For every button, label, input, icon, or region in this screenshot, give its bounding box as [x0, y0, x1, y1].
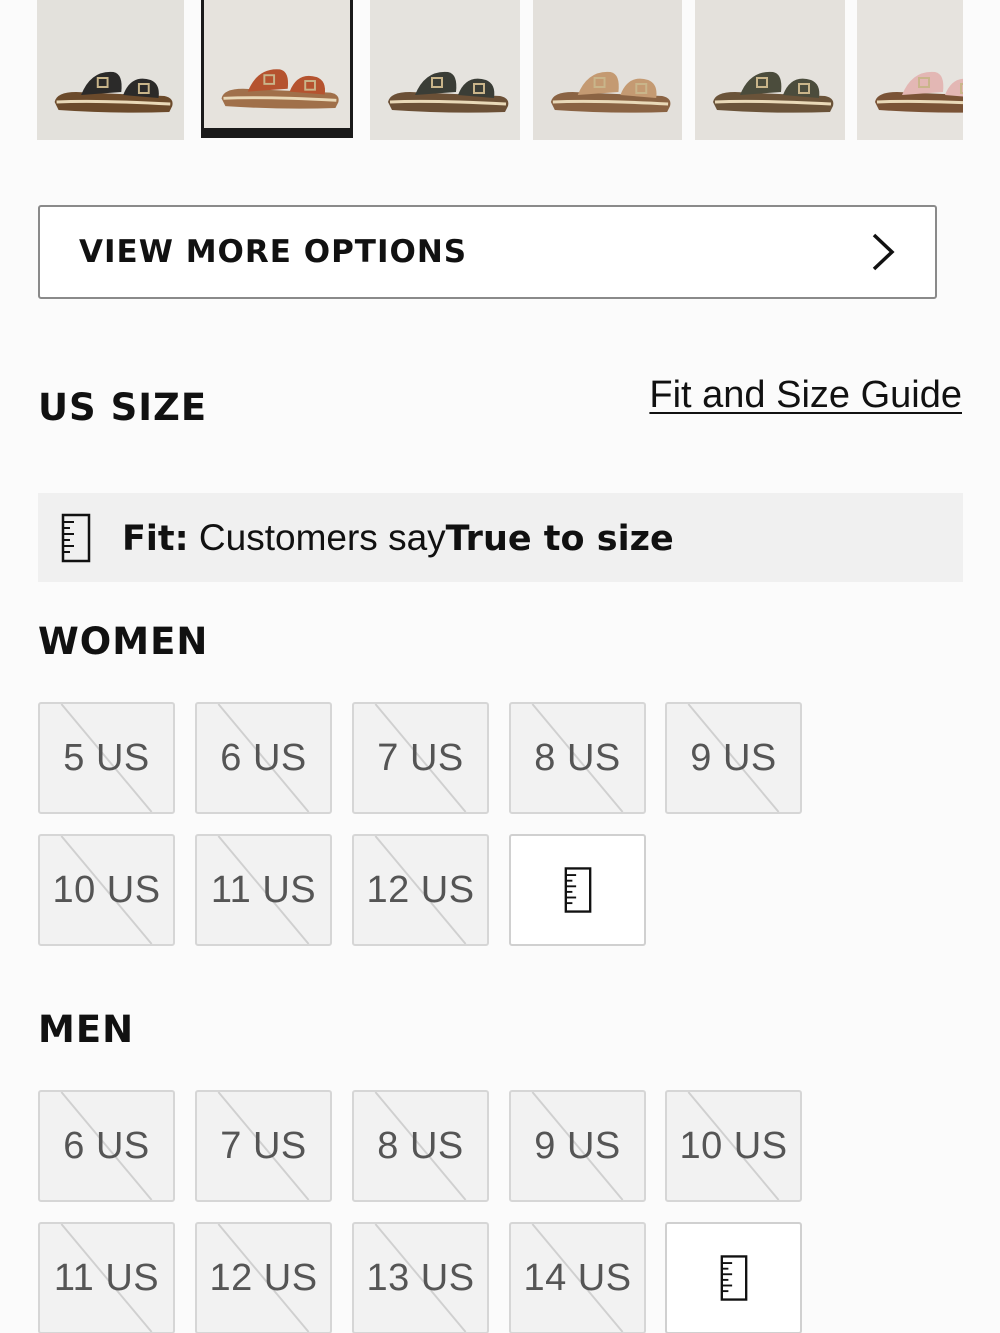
fit-and-size-guide-link[interactable]: Fit and Size Guide — [649, 374, 962, 417]
men-size-option[interactable]: 6 US — [38, 1090, 175, 1202]
size-label: 9 US — [534, 1124, 621, 1167]
men-size-option[interactable]: 10 US — [665, 1090, 802, 1202]
view-more-options-label: VIEW MORE OPTIONS — [79, 234, 468, 270]
men-size-guide-button[interactable] — [665, 1222, 802, 1333]
women-section-title: WOMEN — [38, 620, 209, 663]
sandal-image — [875, 71, 963, 113]
size-label: 8 US — [534, 736, 621, 779]
size-label: 11 US — [210, 868, 317, 911]
size-label: 12 US — [366, 868, 475, 911]
size-label: 6 US — [220, 736, 307, 779]
sandal-image — [550, 71, 671, 113]
sandal-image — [221, 69, 339, 109]
sandal-image — [713, 71, 834, 113]
size-label: 10 US — [679, 1124, 788, 1167]
color-thumbnail-sand[interactable] — [533, 0, 682, 140]
men-size-option[interactable]: 11 US — [38, 1222, 175, 1333]
color-thumbnails — [37, 0, 963, 140]
women-size-option[interactable]: 9 US — [665, 702, 802, 814]
view-more-options-button[interactable]: VIEW MORE OPTIONS — [38, 205, 937, 299]
fit-text: Customers say — [198, 516, 446, 558]
size-label: 7 US — [377, 736, 464, 779]
women-size-option[interactable]: 5 US — [38, 702, 175, 814]
size-label: 14 US — [523, 1256, 632, 1299]
fit-summary: Fit: Customers sayTrue to size — [122, 517, 674, 559]
men-size-option[interactable]: 8 US — [352, 1090, 489, 1202]
ruler-icon — [720, 1255, 747, 1301]
color-thumbnail-dark-olive[interactable] — [370, 0, 520, 140]
women-size-option[interactable]: 12 US — [352, 834, 489, 946]
fit-value: True to size — [445, 518, 674, 559]
size-label: 6 US — [63, 1124, 150, 1167]
color-thumbnail-tan-red[interactable] — [201, 0, 353, 138]
size-label: 11 US — [53, 1256, 160, 1299]
men-size-option[interactable]: 13 US — [352, 1222, 489, 1333]
color-thumbnail-olive[interactable] — [695, 0, 845, 140]
size-label: 12 US — [209, 1256, 318, 1299]
sandal-image — [388, 71, 509, 113]
men-size-option[interactable]: 12 US — [195, 1222, 332, 1333]
men-size-option[interactable]: 7 US — [195, 1090, 332, 1202]
women-size-option[interactable]: 10 US — [38, 834, 175, 946]
size-label: 13 US — [366, 1256, 475, 1299]
color-thumbnail-black[interactable] — [37, 0, 184, 140]
size-label: 8 US — [377, 1124, 464, 1167]
size-label: 7 US — [220, 1124, 307, 1167]
fit-label: Fit: — [122, 518, 189, 559]
ruler-icon — [564, 867, 591, 913]
color-thumbnail-pink[interactable] — [857, 0, 963, 140]
size-section-title: US SIZE — [38, 386, 208, 429]
women-size-guide-button[interactable] — [509, 834, 646, 946]
women-size-option[interactable]: 7 US — [352, 702, 489, 814]
men-section-title: MEN — [38, 1008, 135, 1051]
size-label: 10 US — [52, 868, 161, 911]
sandal-image — [54, 71, 173, 113]
chevron-right-icon — [872, 233, 895, 271]
ruler-icon — [61, 513, 91, 562]
women-size-option[interactable]: 11 US — [195, 834, 332, 946]
women-size-option[interactable]: 8 US — [509, 702, 646, 814]
size-label: 9 US — [690, 736, 777, 779]
size-label: 5 US — [63, 736, 150, 779]
men-size-option[interactable]: 9 US — [509, 1090, 646, 1202]
men-size-option[interactable]: 14 US — [509, 1222, 646, 1333]
fit-banner: Fit: Customers sayTrue to size — [38, 493, 963, 582]
women-size-option[interactable]: 6 US — [195, 702, 332, 814]
